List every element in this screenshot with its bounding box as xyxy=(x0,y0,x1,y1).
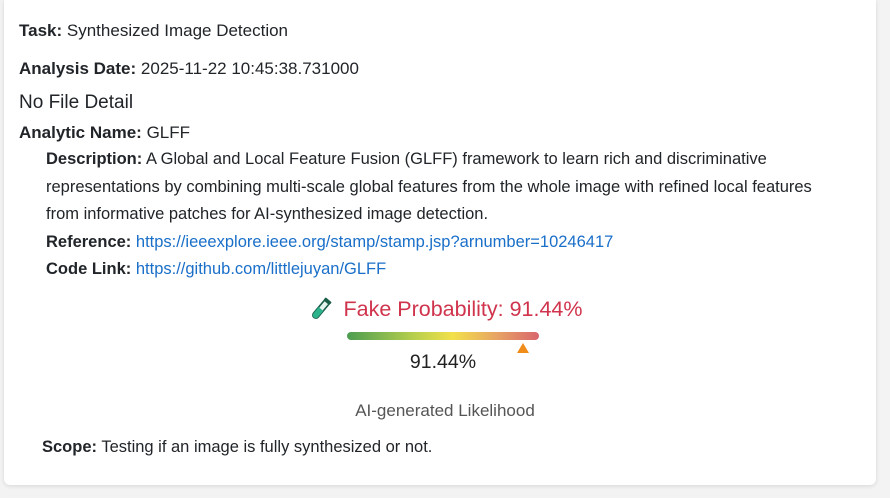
code-link-row: Code Link: https://github.com/littlejuya… xyxy=(46,256,846,284)
description-text: A Global and Local Feature Fusion (GLFF)… xyxy=(46,150,812,223)
task-value: Synthesized Image Detection xyxy=(66,21,289,40)
analytic-name-label: Analytic Name: xyxy=(19,123,142,142)
description-label: Description: xyxy=(46,150,143,168)
scope-label: Scope: xyxy=(42,438,98,456)
scope-value: Testing if an image is fully synthesized… xyxy=(101,438,433,456)
analysis-date-row: Analysis Date: 2025-11-22 10:45:38.73100… xyxy=(19,58,359,80)
probability-gradient-bar xyxy=(347,332,539,340)
analysis-date-value: 2025-11-22 10:45:38.731000 xyxy=(140,59,359,78)
reference-row: Reference: https://ieeexplore.ieee.org/s… xyxy=(46,229,846,257)
description-block: Description: A Global and Local Feature … xyxy=(46,146,846,229)
analytic-name-value: GLFF xyxy=(146,123,191,142)
scope-row: Scope: Testing if an image is fully synt… xyxy=(42,436,432,458)
fake-probability-text: Fake Probability: 91.44% xyxy=(343,297,583,321)
code-link-label: Code Link: xyxy=(46,260,132,278)
analytic-name-row: Analytic Name: GLFF xyxy=(19,122,190,144)
code-link[interactable]: https://github.com/littlejuyan/GLFF xyxy=(136,260,386,278)
fake-probability-title: Fake Probability: 91.44% xyxy=(307,294,583,324)
reference-label: Reference: xyxy=(46,233,132,251)
reference-link[interactable]: https://ieeexplore.ieee.org/stamp/stamp.… xyxy=(136,233,613,251)
likelihood-caption: AI-generated Likelihood xyxy=(355,401,535,420)
probability-percent: 91.44% xyxy=(409,351,477,373)
file-detail-heading: No File Detail xyxy=(19,92,134,113)
task-row: Task: Synthesized Image Detection xyxy=(19,20,288,42)
test-tube-icon xyxy=(307,295,335,323)
task-label: Task: xyxy=(19,21,63,40)
analysis-date-label: Analysis Date: xyxy=(19,59,137,78)
probability-header: Fake Probability: 91.44% xyxy=(0,294,890,328)
